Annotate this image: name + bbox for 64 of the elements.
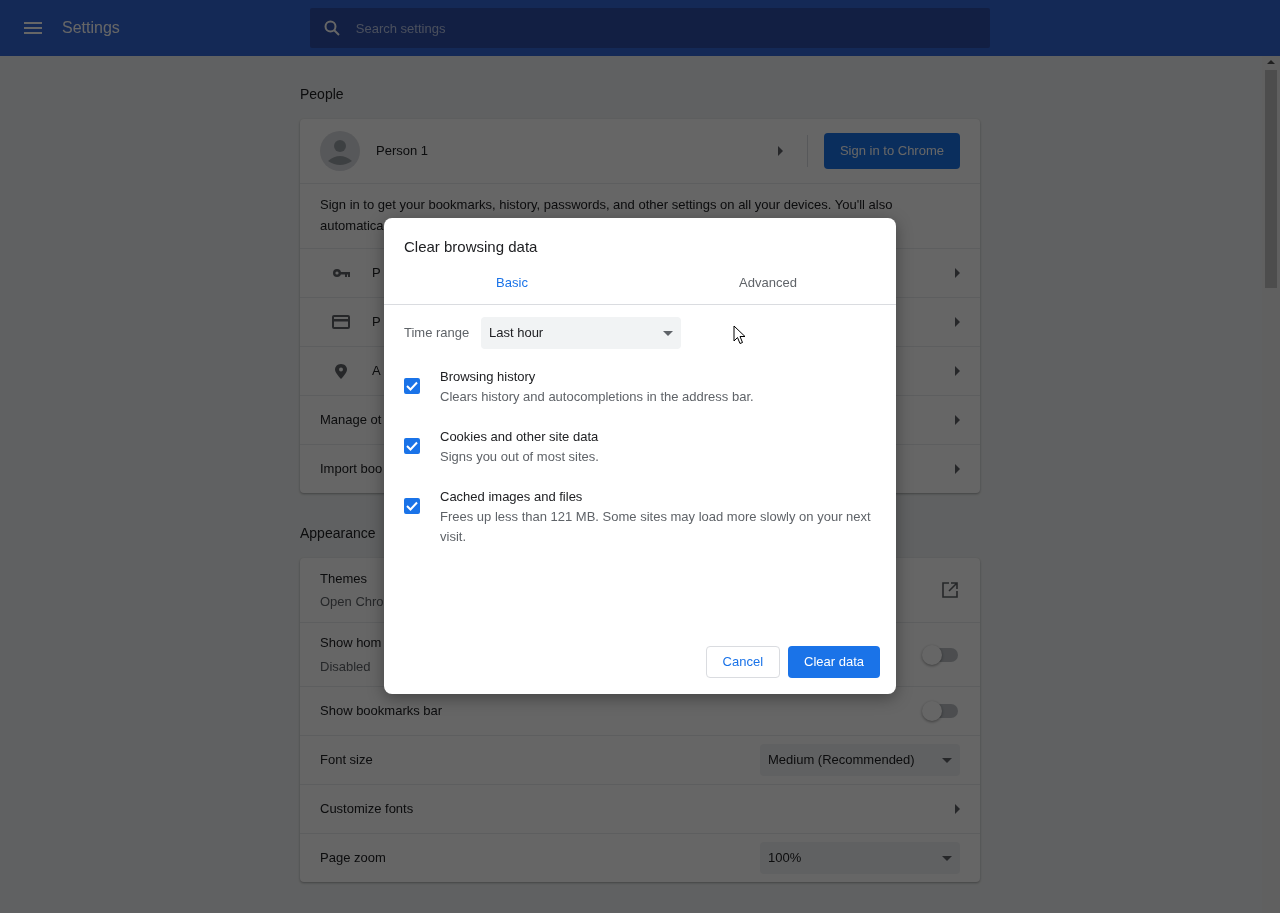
row-label: Import boo [320, 460, 383, 479]
section-heading: People [300, 85, 344, 104]
row-label: Page zoom [320, 849, 386, 868]
checkbox[interactable] [404, 498, 420, 514]
scroll-up-icon[interactable] [1267, 60, 1275, 64]
location-pin-icon [332, 363, 350, 379]
tab[interactable]: Advanced [640, 272, 896, 304]
row-label: Customize fonts [320, 800, 414, 819]
option-description: Frees up less than 121 MB. Some sites may load more slowly on your next visit. [440, 508, 872, 546]
dropdown[interactable]: 100% [760, 842, 960, 874]
option-description: Signs you out of most sites. [440, 448, 599, 466]
row-label: Font size [320, 751, 373, 770]
row-label: P [372, 264, 381, 283]
dropdown-value: Medium (Recommended) [768, 751, 915, 770]
option-title: Cached images and files [440, 488, 584, 506]
mouse-cursor-icon [733, 325, 746, 345]
dropdown[interactable]: Medium (Recommended) [760, 744, 960, 776]
option-description: Clears history and autocompletions in the address bar. [440, 388, 754, 406]
toggle-switch[interactable] [924, 647, 958, 662]
profile-name: Person 1 [376, 142, 429, 161]
option-title: Cookies and other site data [440, 428, 599, 446]
cancel-button[interactable]: Cancel [705, 646, 780, 678]
arrow-icon[interactable] [955, 804, 960, 814]
arrow-icon[interactable] [955, 366, 960, 376]
clear-data-button[interactable]: Clear data [788, 646, 880, 678]
dropdown-value: Last hour [489, 324, 544, 343]
option-title: Browsing history [440, 368, 537, 386]
check-icon [406, 441, 418, 451]
sign-in-description: automatica [320, 217, 384, 235]
key-icon [332, 266, 350, 280]
page-title: Settings [62, 18, 120, 38]
avatar-icon [320, 131, 360, 171]
time-range-dropdown[interactable]: Last hour [481, 317, 681, 349]
caret-icon [942, 855, 952, 861]
menu-icon[interactable] [24, 22, 42, 34]
dropdown-value: 100% [768, 849, 802, 868]
dialog-title: Clear browsing data [403, 237, 539, 257]
sign-in-button[interactable]: Sign in to Chrome [823, 133, 960, 169]
arrow-icon[interactable] [955, 415, 960, 425]
caret-icon [942, 757, 952, 763]
check-icon [406, 381, 418, 391]
tab[interactable]: Basic [384, 272, 640, 304]
arrow-icon[interactable] [955, 268, 960, 278]
field-label: Time range [404, 324, 471, 343]
caret-icon [663, 330, 673, 336]
row-label: Themes [320, 569, 368, 588]
row-label: Show hom [320, 634, 382, 652]
toggle-switch[interactable] [924, 704, 958, 718]
arrow-icon[interactable] [955, 464, 960, 474]
check-icon [406, 501, 418, 511]
section-heading: Appearance [300, 524, 376, 543]
row-label: Show bookmarks bar [320, 702, 443, 721]
arrow-icon[interactable] [955, 317, 960, 327]
row-label: Manage ot [320, 411, 382, 430]
checkbox[interactable] [404, 378, 420, 394]
row-label: A [372, 362, 381, 381]
sign-in-description: Sign in to get your bookmarks, history, passwords, and other settings on all your devices. You'll also [320, 196, 893, 214]
row-label: P [372, 313, 381, 332]
card-icon [332, 315, 350, 329]
row-sublabel: Disabled [320, 657, 372, 676]
checkbox[interactable] [404, 438, 420, 454]
row-sublabel: Open Chro [320, 593, 384, 611]
arrow-icon[interactable] [777, 146, 783, 156]
external-link-icon[interactable] [942, 582, 958, 598]
